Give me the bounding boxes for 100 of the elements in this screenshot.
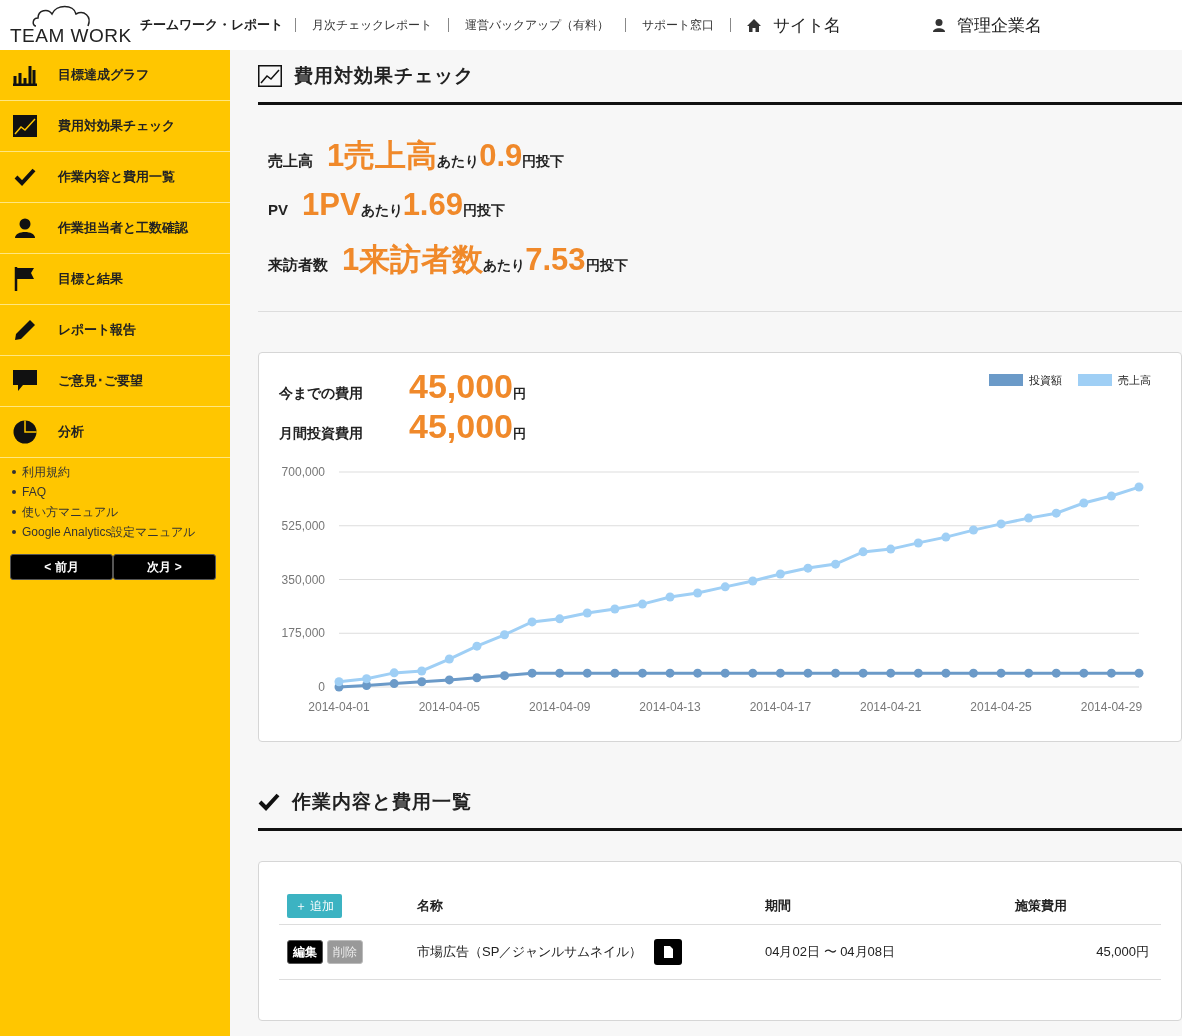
bar-chart-icon [12,64,38,86]
data-point [858,668,868,678]
section-title: 費用対効果チェック [294,64,474,88]
data-point [500,671,509,681]
cost-value: 45,000 [409,367,513,406]
data-point [417,677,427,687]
metric-suffix: 円投下 [585,257,628,275]
data-point [527,617,537,627]
data-point [775,569,785,579]
line-chart-icon [12,115,38,137]
pie-chart-icon [12,420,38,444]
y-axis-label: 350,000 [281,572,325,587]
data-point [500,630,509,640]
data-point [941,532,951,542]
sidebar-item[interactable]: 分析 [0,407,230,458]
section-title: 作業内容と費用一覧 [292,790,472,814]
company-name-link[interactable]: 管理企業名 [957,13,1042,37]
table-cell: 市場広告（SP／ジャンルサムネイル） [417,943,643,961]
data-point [693,588,703,598]
x-axis-label: 2014-04-01 [308,700,370,714]
metric-value: 1.69 [402,187,463,223]
sidebar-item[interactable]: 費用対効果チェック [0,101,230,152]
data-point [444,654,454,664]
x-axis-label: 2014-04-09 [529,700,591,714]
data-point [334,677,344,687]
metric-label: 売上高 [268,152,313,171]
data-point [1024,513,1034,523]
cost-unit: 円 [513,425,526,443]
column-header: 期間 [765,897,792,915]
y-axis-label: 175,000 [281,626,325,641]
next-month-button[interactable]: 次月 > [113,554,216,580]
table-cell-text: 45,000円 [1095,943,1150,961]
y-axis-label: 525,000 [281,518,325,533]
data-point [831,559,841,569]
metric-unit: 1売上高 [327,137,438,175]
data-point [775,668,785,678]
home-icon [747,18,761,32]
data-point [1106,491,1116,501]
data-point [637,668,647,678]
edit-button[interactable]: 編集 [287,940,323,964]
data-point [1079,668,1089,678]
speech-bubble-icon [12,370,38,392]
x-axis-label: 2014-04-29 [1080,700,1143,714]
logo-text: TEAM WORK [10,25,132,47]
metric-label: 来訪者数 [268,256,328,275]
nav-link[interactable]: 月次チェックレポート [295,18,448,32]
data-point [444,675,454,685]
y-axis-label: 700,000 [281,465,325,479]
brand-title: チームワーク・レポート [140,16,283,34]
metric-per: あたり [483,257,526,273]
data-point [389,679,399,689]
data-point [472,673,482,683]
checkmark-icon [258,792,280,812]
sidebar-item[interactable]: 目標達成グラフ [0,50,230,101]
sidebar-item[interactable]: ご意見･ご要望 [0,356,230,407]
legend-label: 売上高 [1118,372,1151,388]
sidebar-link[interactable]: 使い方マニュアル [22,503,118,521]
column-header: 施策費用 [1014,897,1068,915]
data-point [1134,482,1144,492]
sidebar-link[interactable]: Google Analytics設定マニュアル [22,523,196,541]
data-point [720,582,730,592]
sidebar-link[interactable]: FAQ [22,485,46,499]
data-point [472,641,482,651]
metric-value: 0.9 [479,138,523,174]
data-point [555,614,565,624]
data-point [362,674,372,684]
data-point [1106,668,1116,678]
data-point [417,666,427,676]
nav-link[interactable]: 運営バックアップ（有料） [448,18,625,32]
cost-label: 今までの費用 [279,385,364,403]
legend-label: 投資額 [1029,372,1062,388]
data-point [748,576,758,586]
data-point [665,592,675,602]
data-point [555,668,565,678]
data-point [886,668,896,678]
data-point [969,668,978,678]
data-point [913,668,923,678]
pencil-icon [12,319,38,341]
cost-unit: 円 [513,385,526,403]
data-point [886,544,896,554]
data-point [803,668,813,678]
metric-suffix: 円投下 [462,202,505,220]
y-axis-label: 0 [318,680,325,694]
sidebar-link[interactable]: 利用規約 [22,463,70,481]
x-axis-label: 2014-04-13 [639,700,701,714]
data-point [1079,498,1089,508]
checkmark-icon [12,167,38,187]
document-button[interactable] [654,939,683,965]
data-point [582,608,592,618]
x-axis-label: 2014-04-05 [418,700,481,714]
x-axis-label: 2014-04-21 [860,700,922,714]
document-icon [663,946,673,958]
cost-label: 月間投資費用 [279,425,364,443]
data-point [720,668,730,678]
metric-per: あたり [437,153,480,169]
table-cell-text: 04月02日 〜 04月08日 [765,943,897,961]
metric-label: PV [268,201,288,218]
previous-month-button[interactable]: < 前月 [10,554,113,580]
metric-unit: 1PV [302,187,361,223]
site-name-link[interactable]: サイト名 [773,13,841,37]
